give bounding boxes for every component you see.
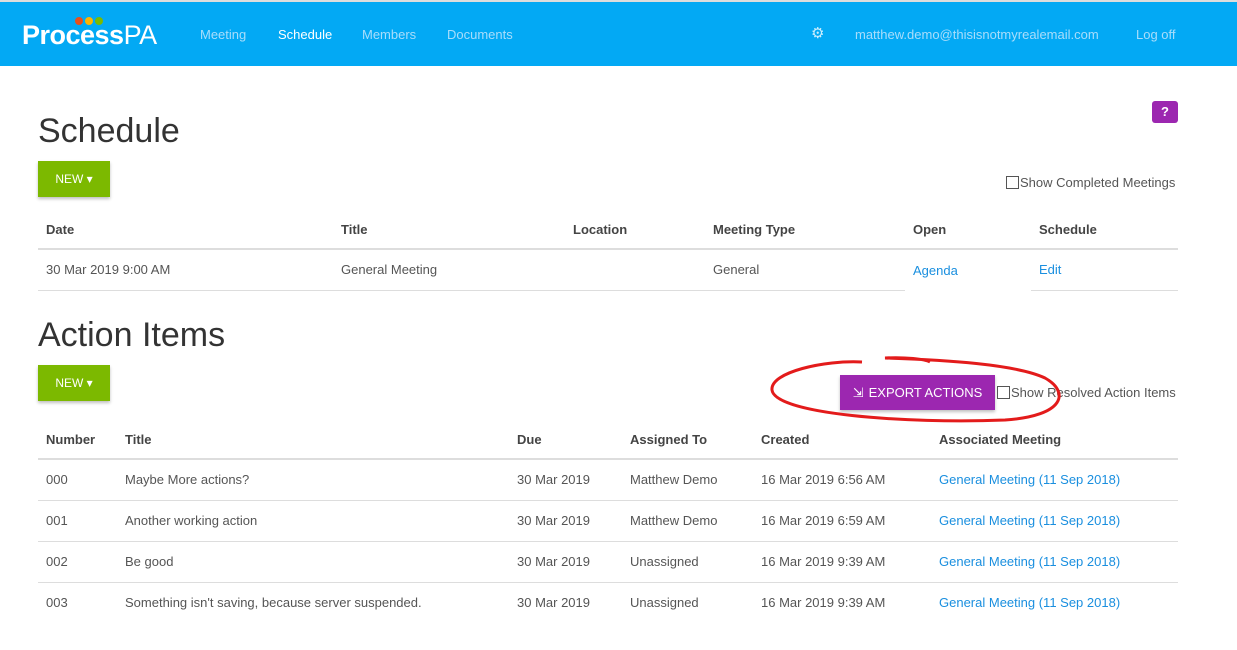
logoff-link[interactable]: Log off [1136, 27, 1176, 42]
new-label: NEW [55, 376, 84, 390]
cell-title: Another working action [117, 500, 509, 542]
cell-title: Something isn't saving, because server s… [125, 595, 422, 611]
col-header: Number [38, 421, 117, 460]
logo[interactable]: ProcessPA [22, 20, 157, 51]
table-row: 003 Something isn't saving, because serve… [38, 582, 1178, 623]
col-header: Title [117, 421, 509, 460]
cell-location [565, 249, 705, 291]
new-label: NEW [55, 172, 84, 186]
user-email[interactable]: matthew.demo@thisisnotmyrealemail.com [855, 27, 1099, 42]
col-header: Assigned To [622, 421, 753, 460]
cell-created: 16 Mar 2019 6:56 AM [753, 459, 931, 501]
checkbox-label: Show Completed Meetings [1020, 175, 1176, 190]
associated-meeting-link[interactable]: General Meeting (11 Sep 2018) [939, 595, 1120, 610]
action-items-title: Action Items [38, 316, 226, 354]
show-completed-checkbox[interactable]: Show Completed Meetings [1006, 175, 1175, 190]
cell-type: General [705, 249, 905, 291]
logo-suffix: PA [123, 20, 158, 50]
table-row: 000 Maybe More actions? 30 Mar 2019 Matthew… [38, 459, 1178, 501]
col-header: Meeting Type [705, 211, 905, 250]
cell-created: 16 Mar 2019 9:39 AM [753, 541, 931, 583]
col-header: Open [905, 211, 1031, 250]
new-meeting-button[interactable]: NEW ▾ [38, 161, 110, 197]
checkbox-icon[interactable] [1006, 176, 1019, 189]
cell-date: 30 Mar 2019 9:00 AM [38, 249, 333, 291]
col-header: Location [565, 211, 705, 250]
cell-meeting: General Meeting (11 Sep 2018) [931, 500, 1178, 542]
cell-title: Maybe More actions? [117, 459, 509, 501]
new-action-button[interactable]: NEW ▾ [38, 365, 110, 401]
cell-meeting: General Meeting (11 Sep 2018) [931, 541, 1178, 583]
action-items-table: Number Title Due Assigned To Created Ass… [38, 421, 1178, 623]
cell-number: 001 [38, 500, 117, 542]
cell-meeting: General Meeting (11 Sep 2018) [931, 582, 1178, 623]
nav-meeting[interactable]: Meeting [200, 27, 246, 42]
table-row: 002 Be good 30 Mar 2019 Unassigned 16 Mar 20… [38, 541, 1178, 583]
cell-number: 003 [46, 595, 68, 611]
col-header: Associated Meeting [931, 421, 1178, 460]
annotation-circle [770, 356, 1061, 423]
associated-meeting-link[interactable]: General Meeting (11 Sep 2018) [939, 472, 1120, 487]
nav-members[interactable]: Members [362, 27, 416, 42]
cell-assigned: Matthew Demo [622, 459, 753, 501]
cell-created: 16 Mar 2019 9:39 AM [761, 595, 886, 611]
col-header: Due [509, 421, 622, 460]
associated-meeting-link[interactable]: General Meeting (11 Sep 2018) [939, 554, 1120, 569]
nav-schedule[interactable]: Schedule [278, 27, 332, 42]
cell-number: 000 [38, 459, 117, 501]
agenda-link[interactable]: Agenda [913, 263, 958, 278]
schedule-table: Date Title Location Meeting Type Open Sc… [38, 211, 1178, 291]
nav-documents[interactable]: Documents [447, 27, 513, 42]
cell-title: General Meeting [333, 249, 565, 291]
col-header: Title [333, 211, 565, 250]
col-header: Date [38, 211, 333, 250]
schedule-title: Schedule [38, 112, 180, 150]
logo-text: Process [22, 20, 124, 50]
gear-icon[interactable]: ⚙ [811, 24, 824, 42]
cell-due: 30 Mar 2019 [509, 500, 622, 542]
cell-created: 16 Mar 2019 6:59 AM [753, 500, 931, 542]
cell-due: 30 Mar 2019 [509, 541, 622, 583]
cell-due: 30 Mar 2019 [509, 459, 622, 501]
help-button[interactable]: ? [1152, 101, 1178, 123]
col-header: Schedule [1031, 211, 1178, 250]
cell-assigned: Matthew Demo [622, 500, 753, 542]
cell-assigned: Unassigned [630, 595, 699, 611]
cell-title: Be good [117, 541, 509, 583]
col-header: Created [753, 421, 931, 460]
cell-due: 30 Mar 2019 [517, 595, 590, 611]
cell-number: 002 [38, 541, 117, 583]
cell-meeting: General Meeting (11 Sep 2018) [931, 459, 1178, 501]
table-row: 001 Another working action 30 Mar 2019 Matt… [38, 500, 1178, 542]
associated-meeting-link[interactable]: General Meeting (11 Sep 2018) [939, 513, 1120, 528]
table-row: 30 Mar 2019 9:00 AM General Meeting Gene… [38, 249, 1178, 291]
edit-link[interactable]: Edit [1039, 262, 1061, 277]
top-navbar: ProcessPA Meeting Schedule Members Docum… [0, 0, 1237, 66]
cell-assigned: Unassigned [622, 541, 753, 583]
